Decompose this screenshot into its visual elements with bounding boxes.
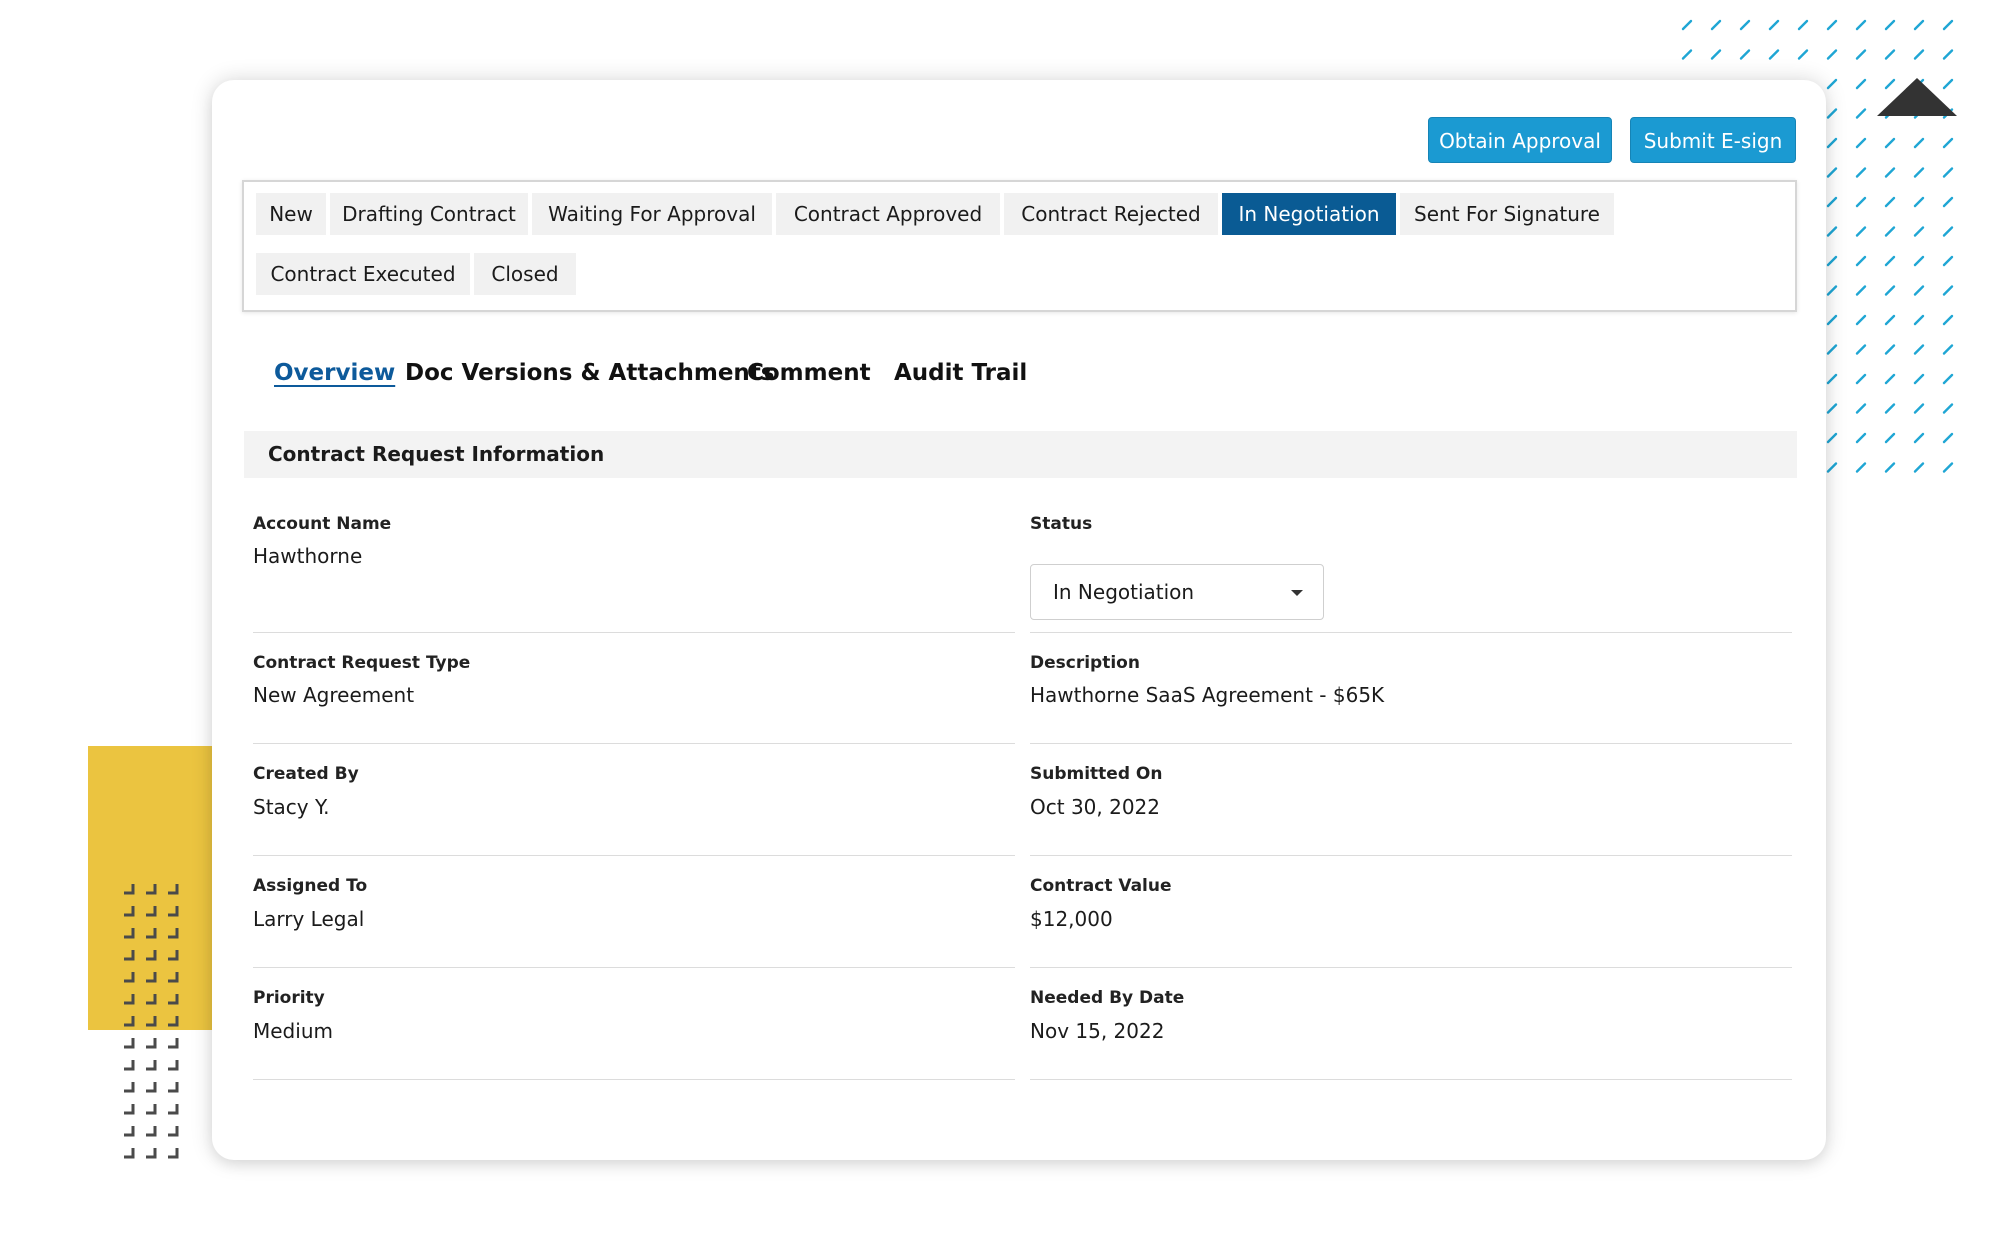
field-label: Needed By Date bbox=[1030, 988, 1185, 1008]
caret-down-icon bbox=[1291, 590, 1303, 596]
field-label: Assigned To bbox=[253, 876, 368, 896]
field-value: Nov 15, 2022 bbox=[1030, 1019, 1165, 1043]
decorative-triangle bbox=[1877, 78, 1957, 116]
contract-detail-card: Obtain Approval Submit E-sign New Drafti… bbox=[212, 80, 1826, 1160]
submit-esign-button[interactable]: Submit E-sign bbox=[1630, 117, 1796, 163]
field-value: $12,000 bbox=[1030, 907, 1113, 931]
obtain-approval-button[interactable]: Obtain Approval bbox=[1428, 117, 1612, 163]
stage-contract-approved[interactable]: Contract Approved bbox=[776, 193, 1000, 235]
field-label: Account Name bbox=[253, 514, 392, 534]
field-contract-value: Contract Value $12,000 bbox=[1030, 876, 1792, 968]
field-label: Status bbox=[1030, 514, 1093, 534]
field-label: Created By bbox=[253, 764, 359, 784]
field-label: Priority bbox=[253, 988, 325, 1008]
field-created-by: Created By Stacy Y. bbox=[253, 764, 1015, 856]
tab-audit-trail[interactable]: Audit Trail bbox=[894, 360, 1027, 386]
stage-waiting-for-approval[interactable]: Waiting For Approval bbox=[532, 193, 772, 235]
field-status: Status In Negotiation bbox=[1030, 514, 1792, 633]
stage-drafting-contract[interactable]: Drafting Contract bbox=[330, 193, 528, 235]
field-value: Stacy Y. bbox=[253, 795, 330, 819]
tab-comment[interactable]: Comment bbox=[747, 360, 871, 386]
section-header: Contract Request Information bbox=[244, 431, 1797, 478]
field-description: Description Hawthorne SaaS Agreement - $… bbox=[1030, 653, 1792, 744]
status-dropdown[interactable]: In Negotiation bbox=[1030, 564, 1324, 620]
field-value: Medium bbox=[253, 1019, 333, 1043]
field-needed-by-date: Needed By Date Nov 15, 2022 bbox=[1030, 988, 1792, 1080]
stage-sent-for-signature[interactable]: Sent For Signature bbox=[1400, 193, 1614, 235]
field-label: Submitted On bbox=[1030, 764, 1163, 784]
stage-closed[interactable]: Closed bbox=[474, 253, 576, 295]
field-value: Hawthorne bbox=[253, 544, 363, 568]
field-label: Contract Value bbox=[1030, 876, 1172, 896]
field-value: New Agreement bbox=[253, 683, 415, 707]
field-value: Larry Legal bbox=[253, 907, 365, 931]
field-account-name: Account Name Hawthorne bbox=[253, 514, 1015, 633]
field-label: Contract Request Type bbox=[253, 653, 471, 673]
field-submitted-on: Submitted On Oct 30, 2022 bbox=[1030, 764, 1792, 856]
tab-overview[interactable]: Overview bbox=[274, 360, 395, 386]
field-priority: Priority Medium bbox=[253, 988, 1015, 1080]
tab-doc-versions-attachments[interactable]: Doc Versions & Attachments bbox=[405, 360, 774, 386]
field-label: Description bbox=[1030, 653, 1140, 673]
contract-stage-path: New Drafting Contract Waiting For Approv… bbox=[242, 180, 1797, 312]
stage-in-negotiation[interactable]: In Negotiation bbox=[1222, 193, 1396, 235]
status-dropdown-value: In Negotiation bbox=[1053, 580, 1195, 604]
field-contract-request-type: Contract Request Type New Agreement bbox=[253, 653, 1015, 744]
stage-new[interactable]: New bbox=[256, 193, 326, 235]
stage-contract-rejected[interactable]: Contract Rejected bbox=[1004, 193, 1218, 235]
decorative-corner-pattern bbox=[124, 884, 179, 1159]
field-value: Hawthorne SaaS Agreement - $65K bbox=[1030, 683, 1385, 707]
field-assigned-to: Assigned To Larry Legal bbox=[253, 876, 1015, 968]
field-value: Oct 30, 2022 bbox=[1030, 795, 1160, 819]
stage-contract-executed[interactable]: Contract Executed bbox=[256, 253, 470, 295]
